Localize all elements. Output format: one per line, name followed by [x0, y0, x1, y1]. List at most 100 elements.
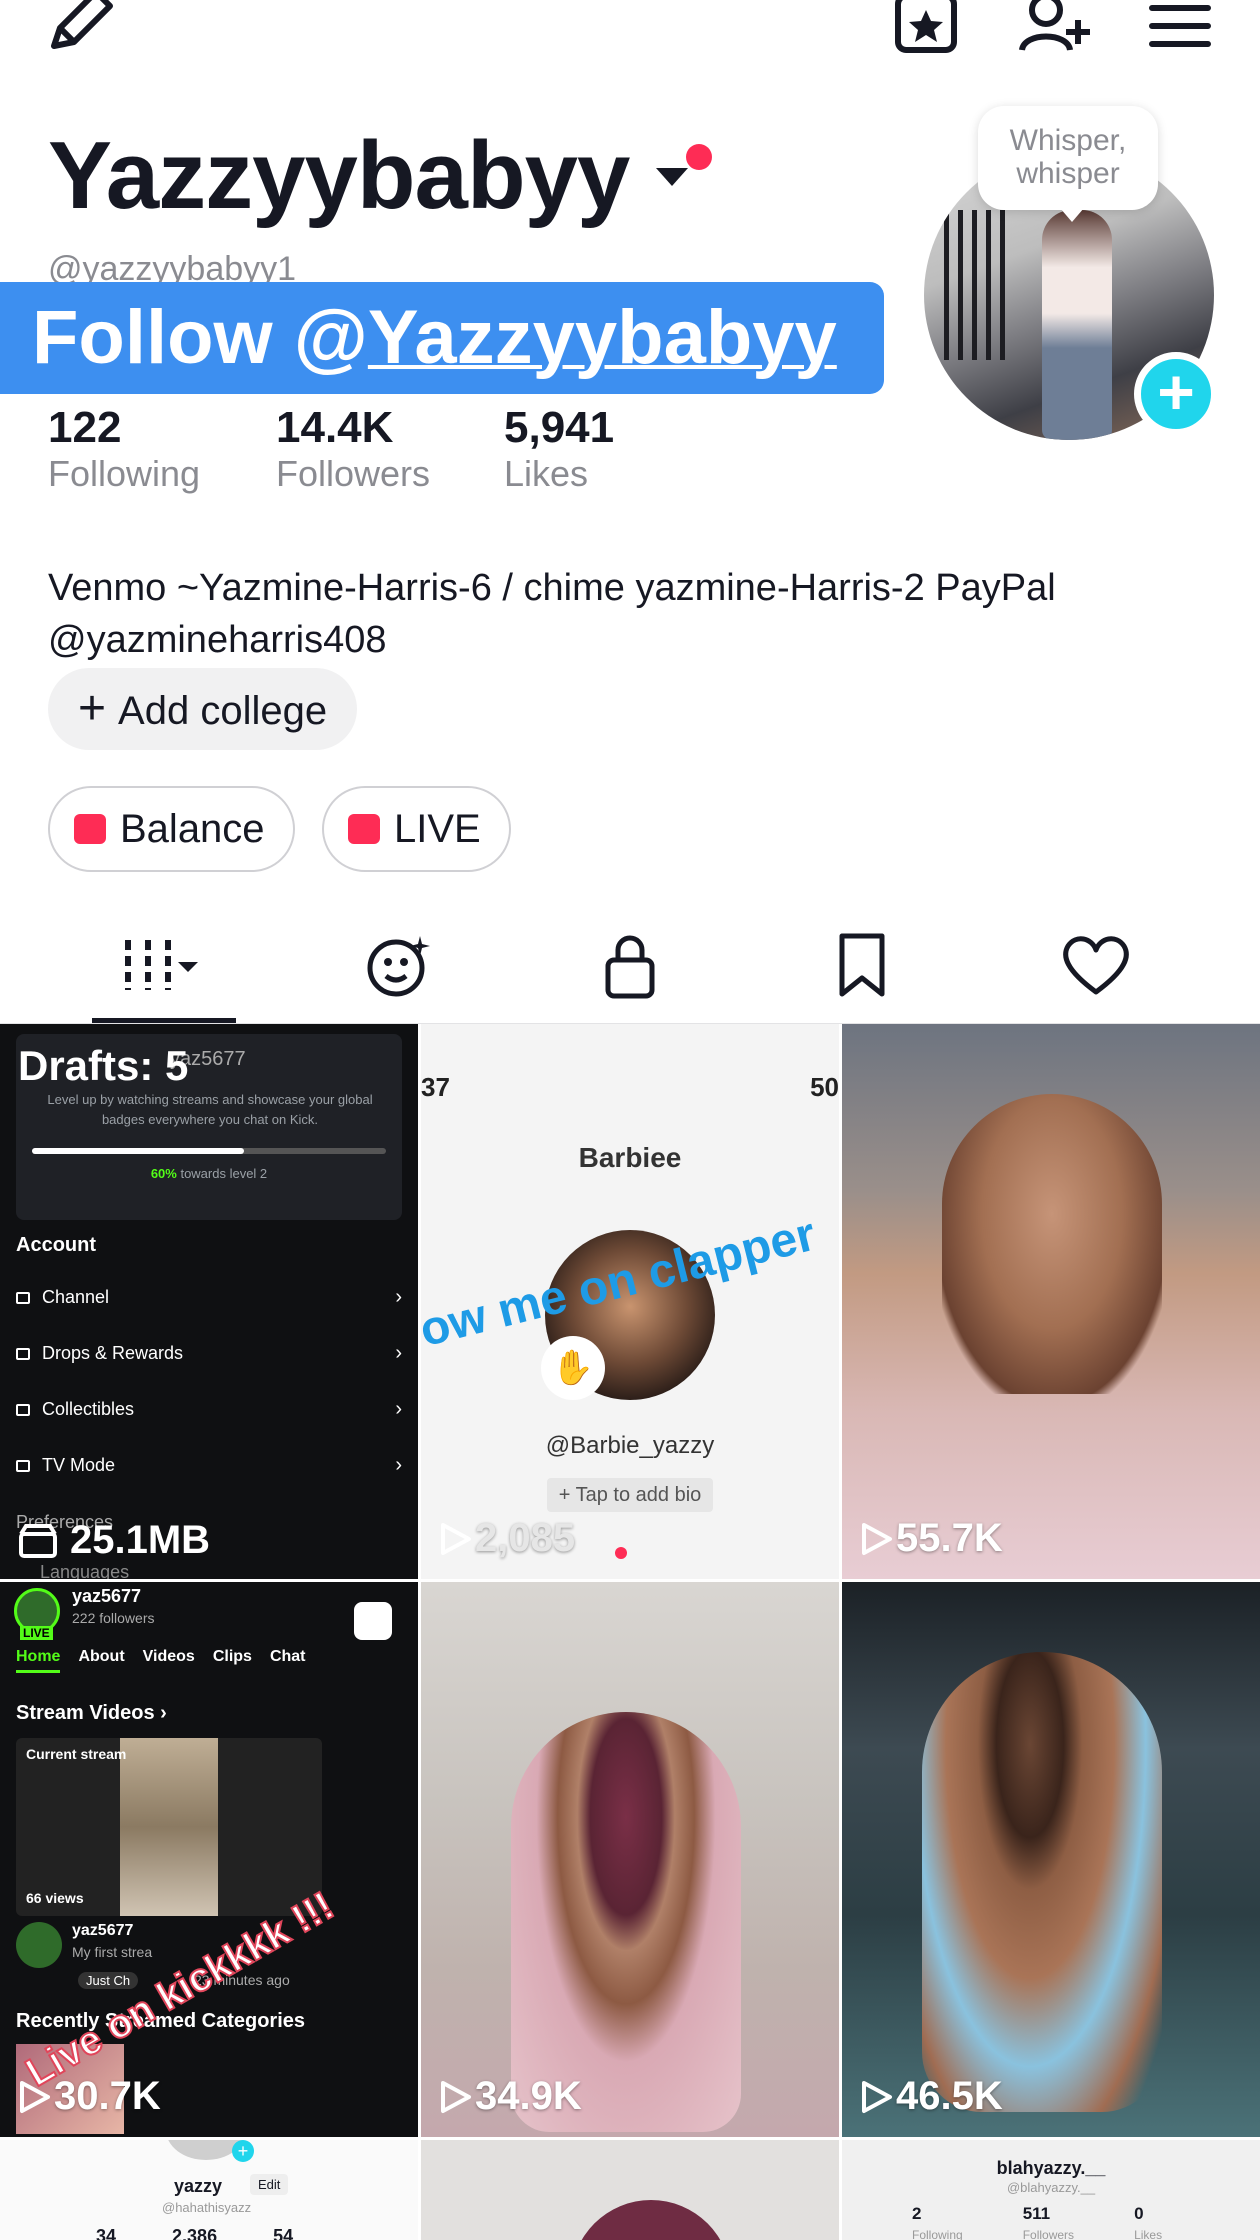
video-tile-profile-screenshot[interactable]: + yazzy Edit @hahathisyazz 34 2,386 54	[0, 2140, 418, 2240]
add-college-label: Add college	[118, 689, 328, 733]
nav-videos: Videos	[142, 1648, 195, 1665]
chevron-right-icon: ›	[395, 1454, 402, 1476]
stat-following[interactable]: 122 Following	[48, 403, 200, 496]
drafts-tile[interactable]: yaz5677 Drafts: 5 Level up by watching s…	[0, 1024, 418, 1579]
avatar-person	[1042, 210, 1112, 440]
video-subject	[922, 1652, 1162, 2112]
menu-row-tv: TV Mode ›	[16, 1454, 402, 1477]
stat-value: 14.4K	[276, 403, 394, 452]
stat-label: Likes	[504, 453, 589, 495]
collectibles-icon	[16, 1403, 30, 1416]
thumbnail-image	[120, 1738, 218, 1916]
menu-label: TV Mode	[42, 1455, 116, 1475]
drafts-label: Drafts: 5	[18, 1042, 189, 1089]
bio-line: Venmo ~Yazmine-Harris-6 / chime yazmine-…	[48, 567, 1056, 609]
mini-stat: 0 Likes	[1134, 2204, 1162, 2240]
menu-row-drops: Drops & Rewards ›	[16, 1342, 402, 1365]
live-button[interactable]: LIVE	[322, 786, 511, 872]
red-dot	[615, 1547, 627, 1559]
balance-label: Balance	[120, 807, 265, 851]
channel-icon	[16, 1291, 30, 1304]
add-bio-chip: + Tap to add bio	[547, 1478, 713, 1512]
bookmark-icon[interactable]	[822, 930, 902, 1000]
video-tile-barbie[interactable]: 37 50 Barbiee ✋ ow me on clapper @Barbie…	[421, 1024, 839, 1579]
mini-stat: 511 Followers	[1023, 2204, 1074, 2240]
mini-stat: 2 Following	[912, 2204, 963, 2240]
level-progress-pct: 60%	[150, 1166, 177, 1181]
stream-thumbnail: Current stream 66 views	[16, 1738, 322, 1916]
play-icon	[439, 1522, 471, 1555]
follow-prefix: Follow @	[32, 295, 368, 380]
mini-stat-value: 511	[1022, 2204, 1051, 2223]
smiley-sparkle-icon[interactable]	[358, 930, 438, 1000]
nav-home: Home	[16, 1648, 61, 1673]
video-tile-profile-screenshot[interactable]: blahyazzy.__ @blahyazzy.__ 2 Following 51…	[842, 2140, 1260, 2240]
follow-banner[interactable]: Follow @Yazzyybabyy	[0, 282, 884, 394]
add-friend-icon[interactable]	[1012, 0, 1092, 56]
account-switch-caret-icon[interactable]	[656, 168, 688, 186]
live-badge: LIVE	[20, 1626, 53, 1640]
play-icon	[860, 2080, 892, 2113]
chevron-right-icon: ›	[395, 1398, 402, 1420]
languages-label: Languages	[40, 1562, 130, 1579]
mini-name: yazzy	[174, 2176, 223, 2196]
view-count: 55.7K	[860, 1516, 1003, 1561]
level-progress-fill	[32, 1148, 245, 1154]
video-tile-kick-stream[interactable]: LIVE yaz5677 222 followers Home About Vi…	[0, 1582, 418, 2137]
star-calendar-icon[interactable]	[886, 0, 966, 56]
stat-followers[interactable]: 14.4K Followers	[276, 403, 430, 496]
status-time: 37	[421, 1072, 450, 1102]
menu-label: Channel	[42, 1287, 110, 1307]
pencil-icon[interactable]	[40, 0, 120, 56]
add-college-button[interactable]: + Add college	[48, 668, 358, 750]
mini-plus-icon: +	[232, 2140, 254, 2162]
view-count: 30.7K	[18, 2074, 161, 2119]
tab-videos-grid-icon[interactable]	[120, 930, 200, 1000]
video-tile[interactable]: 46.5K	[842, 1582, 1260, 2137]
play-icon	[860, 1522, 892, 1555]
view-count: 2,085	[439, 1516, 575, 1561]
stat-likes[interactable]: 5,941 Likes	[504, 403, 614, 496]
mini-stat-value: 0	[1134, 2204, 1144, 2223]
barbie-name: Barbiee	[578, 1142, 682, 1173]
display-name: Yazzyybabyy	[48, 122, 630, 229]
stream-videos-title: Stream Videos ›	[16, 1702, 167, 1724]
view-count: 34.9K	[439, 2074, 582, 2119]
account-section-title: Account	[16, 1234, 96, 1256]
drafts-box-icon	[19, 1523, 57, 1558]
mini-stat: 54	[273, 2226, 294, 2240]
menu-row-collectibles: Collectibles ›	[16, 1398, 402, 1421]
follow-name: Yazzyybabyy	[367, 295, 837, 380]
video-tile[interactable]: 34.9K	[421, 1582, 839, 2137]
menu-icon[interactable]	[1140, 0, 1220, 56]
status-battery: 50	[810, 1072, 839, 1102]
nav-chat: Chat	[269, 1648, 306, 1665]
heart-icon[interactable]	[1056, 930, 1136, 1000]
menu-row-channel: Channel ›	[16, 1286, 402, 1309]
whisper-bubble[interactable]: Whisper, whisper	[978, 106, 1158, 222]
notification-dot	[686, 144, 712, 170]
bio-line[interactable]: @yazmineharris408	[48, 614, 1056, 666]
lock-icon[interactable]	[590, 930, 670, 1000]
stream-followers: 222 followers	[72, 1610, 155, 1626]
mini-stats: 34 2,386 54	[96, 2226, 293, 2240]
live-chart-icon	[348, 814, 380, 844]
mini-stat-label: Following	[912, 2228, 963, 2240]
video-tile[interactable]: 55.7K	[842, 1024, 1260, 1579]
mini-handle: @blahyazzy.__	[1006, 2180, 1096, 2195]
video-tile[interactable]	[421, 2140, 839, 2240]
mini-stat-label: Likes	[1134, 2228, 1163, 2240]
level-progress-bar	[32, 1148, 386, 1154]
add-story-button[interactable]: +	[1134, 352, 1218, 436]
stream-tag: Just Ch	[78, 1972, 139, 1989]
stream-title: My first strea	[72, 1944, 153, 1960]
mini-stat: 2,386	[172, 2226, 218, 2240]
drops-icon	[16, 1347, 30, 1360]
menu-label: Drops & Rewards	[42, 1343, 184, 1363]
video-subject	[942, 1094, 1162, 1394]
nav-clips: Clips	[212, 1648, 252, 1665]
view-count: 46.5K	[860, 2074, 1003, 2119]
stat-value: 122	[48, 403, 122, 452]
views-label: 66 views	[26, 1890, 84, 1906]
balance-button[interactable]: Balance	[48, 786, 295, 872]
